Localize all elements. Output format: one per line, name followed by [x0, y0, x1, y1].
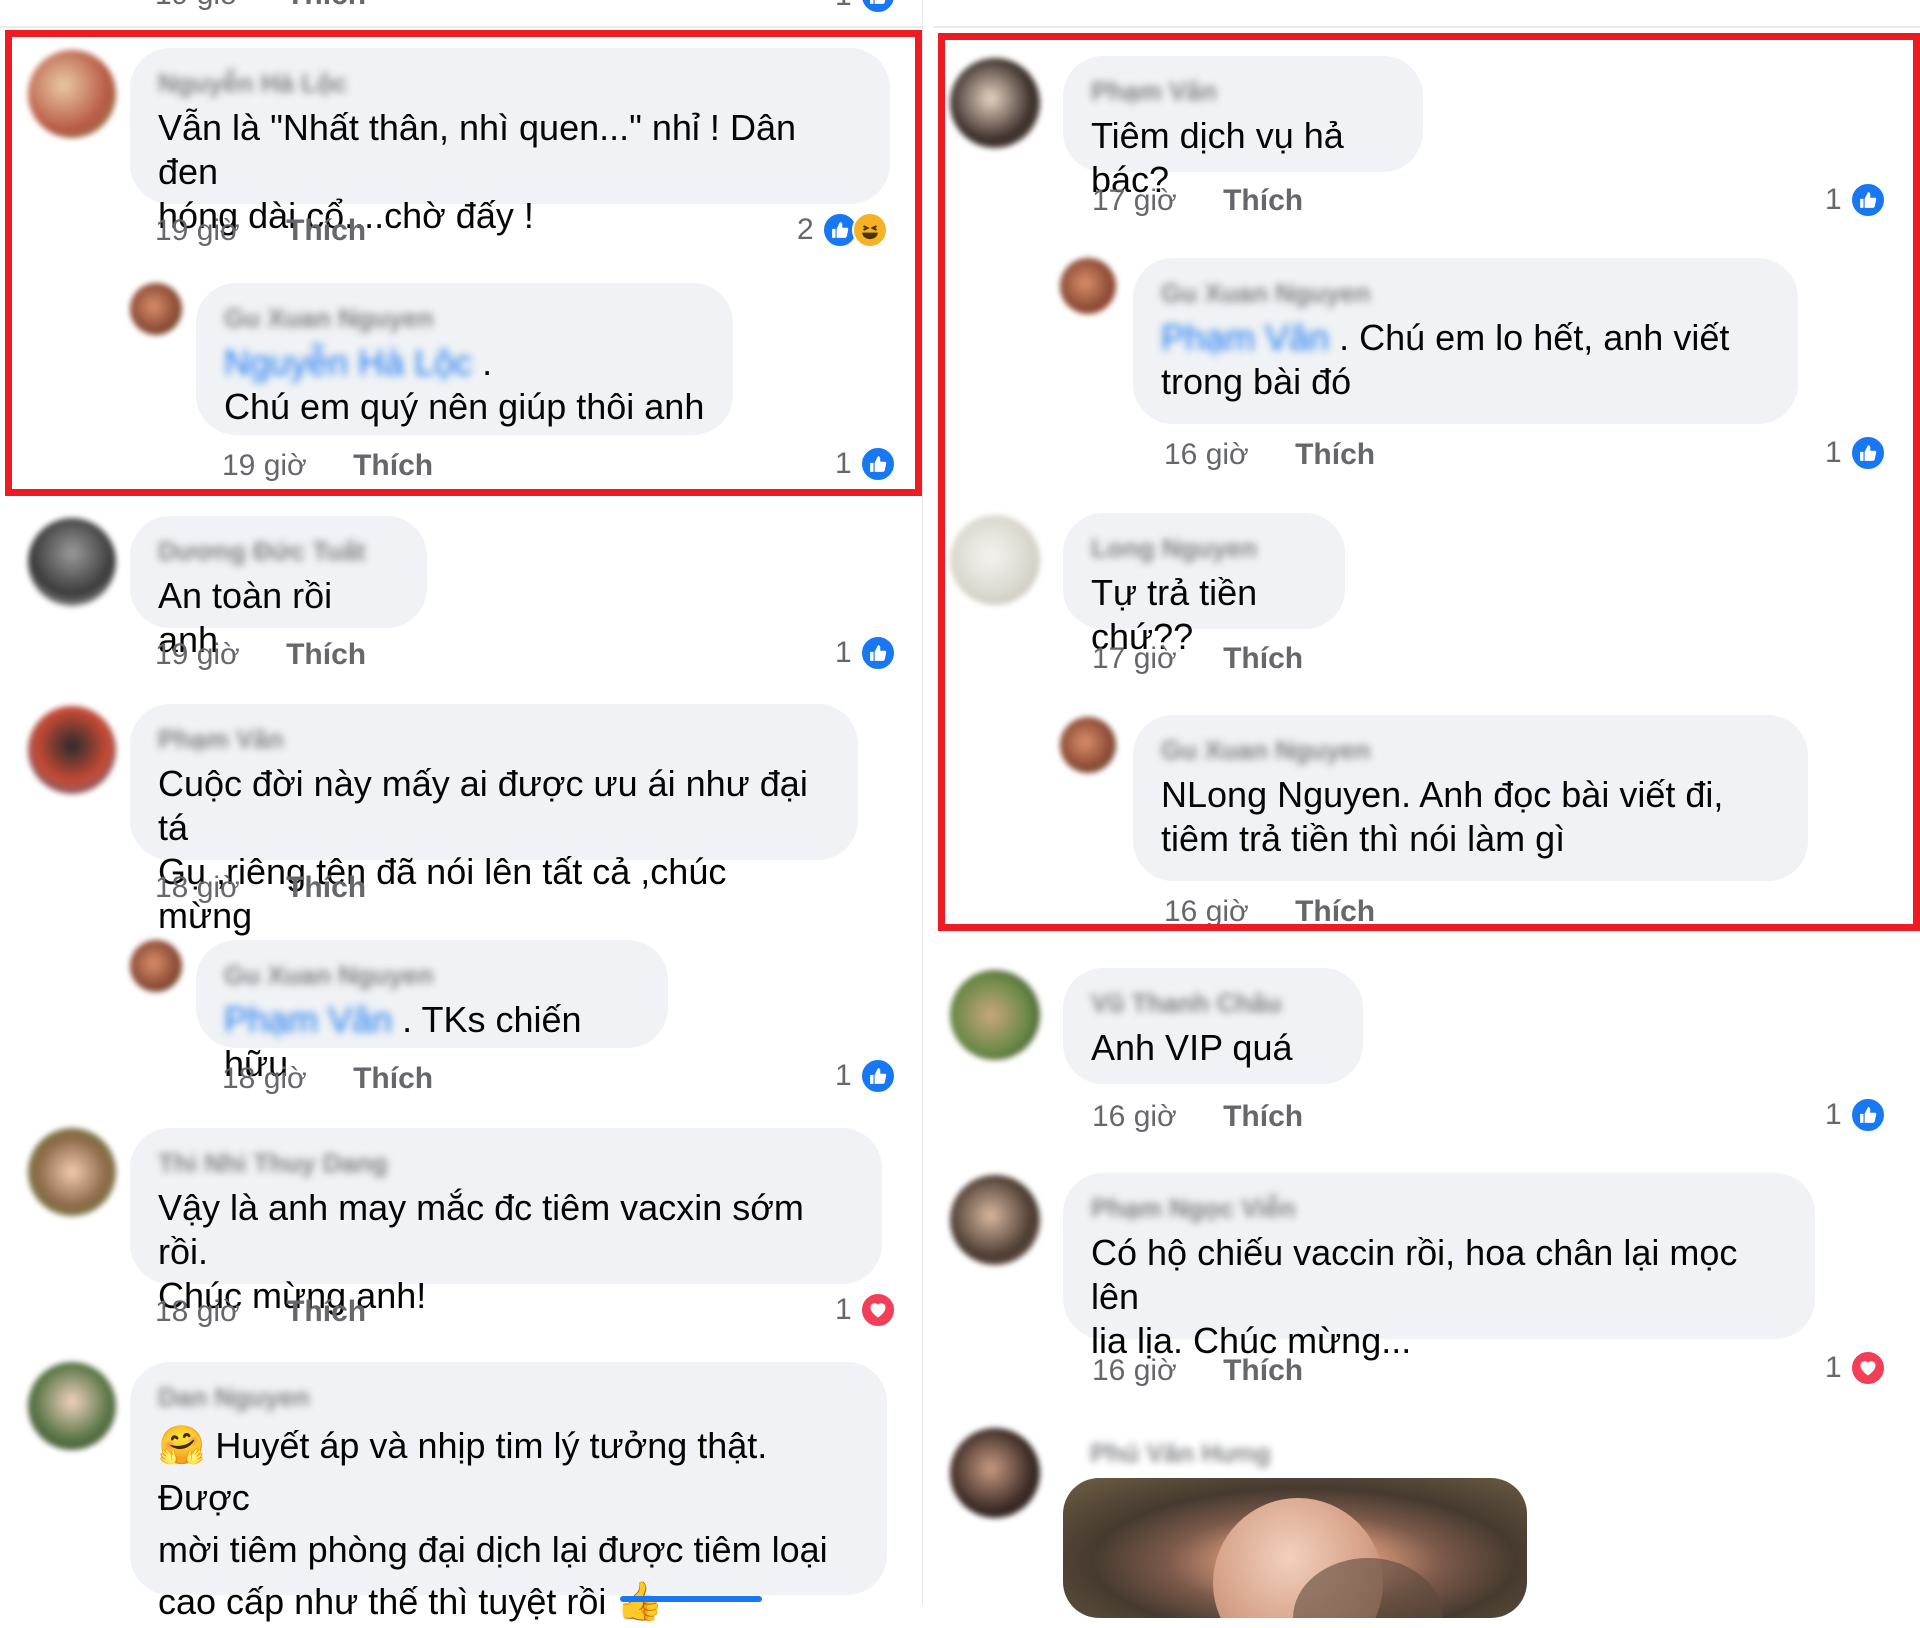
- avatar[interactable]: [28, 1362, 116, 1450]
- left-comment-column: Nguyễn Hà Lộc Vẫn là "Nhất thân, nhì que…: [0, 0, 922, 1623]
- comment-text: Anh VIP quá: [1091, 1027, 1293, 1068]
- like-link[interactable]: Thích: [286, 1295, 366, 1328]
- comment-author[interactable]: Gu Xuan Nguyen: [224, 962, 640, 988]
- hugging-emoji: 🤗: [158, 1425, 206, 1467]
- highlight-box: [5, 30, 922, 496]
- like-icon: [859, 1058, 896, 1094]
- comment-author[interactable]: Phạm Vân: [158, 726, 830, 752]
- like-icon: [859, 635, 896, 671]
- comment-time: 19 giờ: [155, 638, 240, 671]
- comment-author[interactable]: Dương Đức Tuất: [158, 538, 399, 564]
- comment-author[interactable]: Dan Nguyen: [158, 1384, 859, 1410]
- comment-time: 16 giờ: [1092, 1100, 1177, 1133]
- avatar[interactable]: [130, 940, 182, 992]
- comment-meta: 16 giờ Thích: [1092, 1354, 1303, 1388]
- comment-bubble: Vũ Thanh Châu Anh VIP quá: [1063, 968, 1363, 1084]
- comment-bubble: Dương Đức Tuất An toàn rồi anh: [130, 516, 427, 660]
- scroll-indicator[interactable]: [620, 1596, 762, 1602]
- avatar[interactable]: [28, 706, 116, 794]
- comment-meta: 19 giờ Thích: [155, 638, 366, 672]
- comment-bubble: Dan Nguyen 🤗 Huyết áp và nhịp tim lý tưở…: [130, 1362, 887, 1623]
- like-link[interactable]: Thích: [286, 638, 366, 671]
- avatar[interactable]: [28, 518, 116, 606]
- avatar[interactable]: [950, 970, 1040, 1060]
- comment-author[interactable]: Vũ Thanh Châu: [1091, 990, 1335, 1016]
- like-link[interactable]: Thích: [1223, 1100, 1303, 1133]
- reaction-summary[interactable]: 1: [1825, 1350, 1886, 1386]
- reaction-summary[interactable]: 1: [1825, 1097, 1886, 1133]
- comment-bubble: Phạm Ngọc Viễn Có hộ chiếu vaccin rồi, h…: [1063, 1173, 1815, 1361]
- reaction-count: 1: [835, 1059, 852, 1092]
- reaction-count: 1: [835, 1293, 852, 1326]
- column-divider: [922, 0, 933, 1605]
- highlight-box: [938, 33, 1920, 931]
- comment-author[interactable]: Thi Nhi Thuy Dang: [158, 1150, 854, 1176]
- like-icon: [1849, 1097, 1886, 1133]
- comment-meta: 18 giờ Thích: [155, 1295, 366, 1329]
- like-link[interactable]: Thích: [353, 1062, 433, 1095]
- mention-link[interactable]: Phạm Vân: [224, 998, 392, 1042]
- comment-bubble: Thi Nhi Thuy Dang Vậy là anh may mắc đc …: [130, 1128, 882, 1316]
- reaction-summary[interactable]: 1: [835, 1292, 896, 1328]
- comment-bubble: Phạm Vân Cuộc đời này mấy ai được ưu ái …: [130, 704, 858, 936]
- heart-icon: [1849, 1350, 1886, 1386]
- comment-meta: 16 giờ Thích: [1092, 1100, 1303, 1134]
- comment-bubble: Gu Xuan Nguyen Phạm Vân . TKs chiến hữu: [196, 940, 668, 1084]
- avatar[interactable]: [28, 1128, 116, 1216]
- like-link[interactable]: Thích: [286, 871, 366, 904]
- comment-author[interactable]: Phạm Ngọc Viễn: [1091, 1195, 1787, 1221]
- reaction-count: 1: [835, 636, 852, 669]
- reaction-summary[interactable]: 1: [835, 635, 896, 671]
- comment-time: 16 giờ: [1092, 1354, 1177, 1387]
- avatar[interactable]: [950, 1428, 1040, 1518]
- comment-photo[interactable]: [1063, 1478, 1527, 1618]
- comment-text: Có hộ chiếu vaccin rồi, hoa chân lại mọc…: [1091, 1232, 1738, 1361]
- comment-meta: 18 giờ Thích: [222, 1062, 433, 1096]
- reaction-count: 1: [1825, 1351, 1842, 1384]
- reaction-count: 1: [1825, 1098, 1842, 1131]
- comment-text: Cuộc đời này mấy ai được ưu ái như đại t…: [158, 763, 808, 936]
- reaction-summary[interactable]: 1: [835, 1058, 896, 1094]
- avatar[interactable]: [950, 1175, 1040, 1265]
- like-link[interactable]: Thích: [1223, 1354, 1303, 1387]
- heart-icon: [859, 1292, 896, 1328]
- thumbs-up-emoji: 👍: [616, 1581, 664, 1623]
- comment-time: 18 giờ: [155, 1295, 240, 1328]
- right-comment-column: Phạm Vân Tiêm dịch vụ hả bác? 17 giờ Thí…: [935, 0, 1920, 1618]
- comment-author[interactable]: Phú Văn Hưng: [1090, 1440, 1271, 1466]
- comment-time: 18 giờ: [155, 871, 240, 904]
- comment-body: Huyết áp và nhịp tim lý tưởng thật. Được…: [158, 1425, 828, 1622]
- comment-time: 18 giờ: [222, 1062, 307, 1095]
- comment-meta: 18 giờ Thích: [155, 871, 366, 905]
